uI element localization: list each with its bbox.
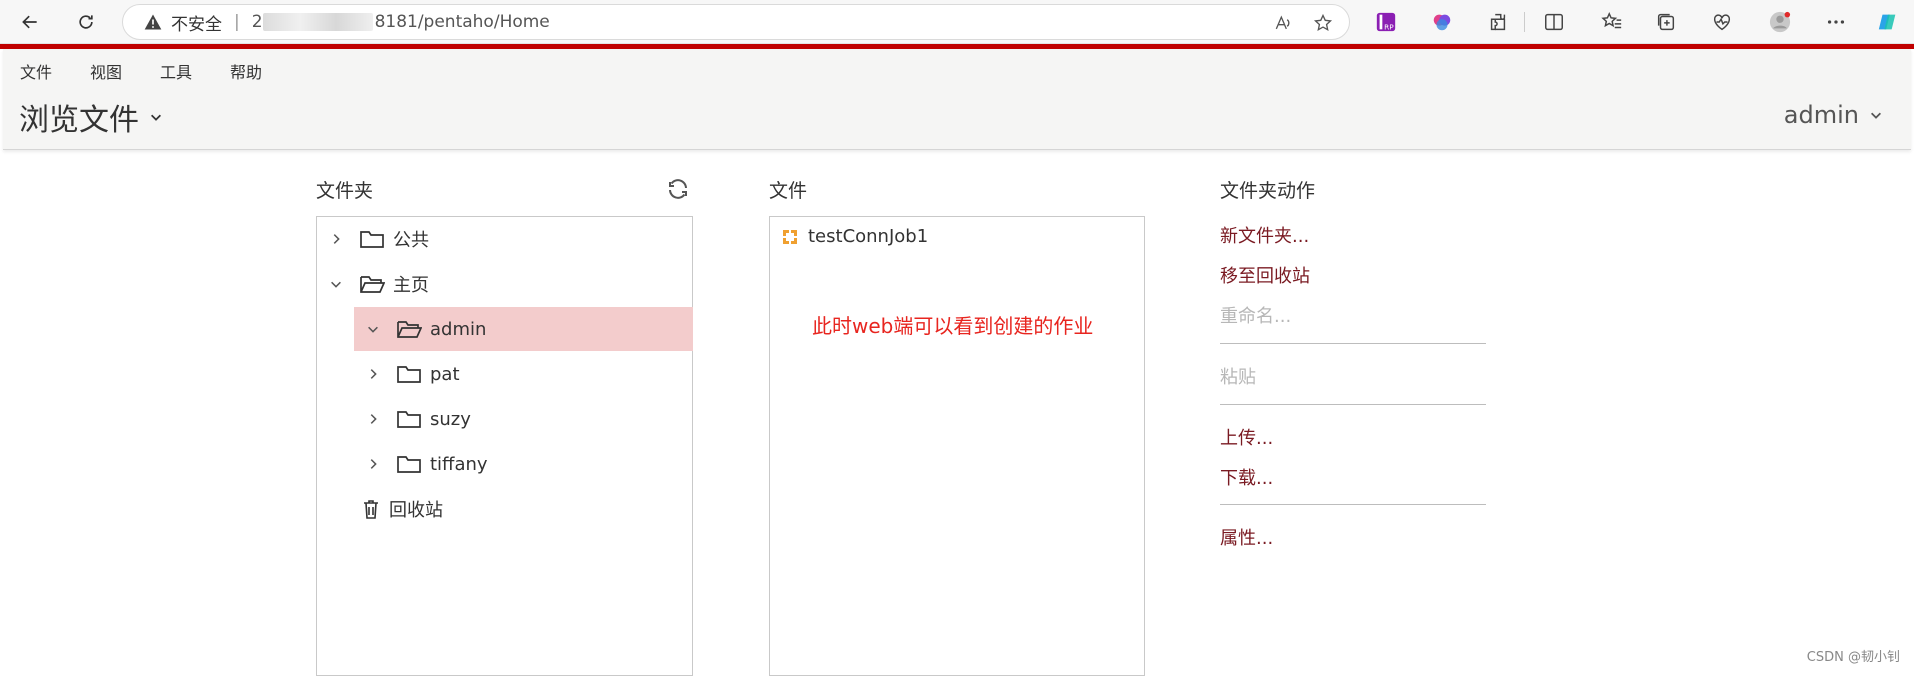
favorites-list-icon[interactable] [1598, 8, 1626, 36]
upload-action[interactable]: 上传... [1220, 424, 1273, 450]
folder-icon [396, 453, 422, 475]
chevron-down-icon [149, 110, 163, 124]
favorite-star-icon[interactable] [1311, 11, 1335, 35]
perspective-switcher[interactable]: 浏览文件 [19, 95, 163, 139]
file-name: testConnJob1 [808, 226, 928, 247]
back-button[interactable] [14, 6, 46, 38]
tree-item-label: pat [430, 364, 460, 385]
folder-icon [396, 408, 422, 430]
split-screen-icon[interactable] [1540, 8, 1568, 36]
collections-icon[interactable] [1652, 8, 1680, 36]
refresh-icon[interactable] [666, 177, 690, 201]
reload-button[interactable] [70, 6, 102, 38]
menu-view[interactable]: 视图 [90, 59, 122, 83]
new-folder-action[interactable]: 新文件夹... [1220, 222, 1309, 248]
tree-item-label: 公共 [393, 226, 429, 252]
paste-action[interactable]: 粘贴 [1220, 363, 1256, 389]
more-options-icon[interactable] [1822, 8, 1850, 36]
menu-file[interactable]: 文件 [20, 59, 52, 83]
files-panel-title: 文件 [769, 176, 807, 203]
trash-icon [361, 498, 381, 520]
download-action[interactable]: 下载... [1220, 464, 1273, 490]
url-prefix: 2 [252, 12, 263, 32]
tree-item-public[interactable]: 公共 [317, 217, 692, 261]
profile-avatar-icon[interactable] [1766, 8, 1794, 36]
brain-extension-icon[interactable] [1428, 8, 1456, 36]
folders-panel-title: 文件夹 [316, 176, 373, 203]
file-list: testConnJob1 [769, 216, 1145, 676]
tree-item-label: suzy [430, 409, 471, 430]
tree-item-tiffany[interactable]: tiffany [354, 442, 693, 486]
actions-panel-title: 文件夹动作 [1220, 176, 1315, 203]
chevron-down-icon[interactable] [366, 322, 380, 336]
chevron-right-icon[interactable] [366, 457, 380, 471]
rp-extension-icon[interactable]: RP [1372, 8, 1400, 36]
actions-divider [1220, 343, 1486, 344]
chevron-down-icon [1869, 108, 1883, 122]
address-separator: | [234, 12, 240, 32]
browser-essentials-icon[interactable] [1708, 8, 1736, 36]
tree-item-trash[interactable]: 回收站 [317, 487, 692, 531]
folder-open-icon [396, 318, 422, 340]
menu-tools[interactable]: 工具 [160, 59, 192, 83]
tree-item-pat[interactable]: pat [354, 352, 693, 396]
tree-item-label: tiffany [430, 454, 488, 475]
toolbar-divider [1524, 12, 1525, 32]
tree-item-label: admin [430, 319, 486, 340]
annotation-text: 此时web端可以看到创建的作业 [812, 310, 1093, 339]
tree-item-suzy[interactable]: suzy [354, 397, 693, 441]
svg-text:RP: RP [1384, 22, 1394, 31]
app-header: 文件 视图 工具 帮助 浏览文件 admin [3, 49, 1911, 150]
properties-action[interactable]: 属性... [1220, 524, 1273, 550]
extensions-puzzle-icon[interactable] [1484, 8, 1512, 36]
watermark: CSDN @韧小钊 [1807, 646, 1900, 665]
warning-icon [143, 12, 163, 32]
chevron-right-icon[interactable] [366, 367, 380, 381]
read-aloud-icon[interactable] [1271, 11, 1295, 35]
tree-item-label: 回收站 [389, 496, 443, 522]
menu-help[interactable]: 帮助 [230, 59, 262, 83]
tree-item-label: 主页 [393, 271, 429, 297]
chevron-right-icon[interactable] [329, 232, 343, 246]
reload-icon [76, 12, 96, 32]
url-text: 8181/pentaho/Home [375, 12, 550, 32]
user-menu[interactable]: admin [1784, 101, 1883, 129]
tree-item-admin[interactable]: admin [354, 307, 693, 351]
user-name: admin [1784, 101, 1859, 129]
address-bar[interactable]: 不安全 | 2 8181/pentaho/Home [122, 4, 1350, 40]
redacted-host [263, 13, 373, 31]
menu-bar: 文件 视图 工具 帮助 [20, 59, 300, 83]
actions-divider [1220, 504, 1486, 505]
rename-action[interactable]: 重命名... [1220, 302, 1291, 328]
folder-tree: 公共 主页 admin pat suzy tiffany 回收站 [316, 216, 693, 676]
chevron-right-icon[interactable] [366, 412, 380, 426]
arrow-left-icon [20, 12, 40, 32]
folder-icon [396, 363, 422, 385]
file-item[interactable]: testConnJob1 [780, 226, 928, 247]
actions-divider [1220, 404, 1486, 405]
folder-icon [359, 228, 385, 250]
copilot-icon[interactable] [1874, 8, 1902, 36]
browser-toolbar: 不安全 | 2 8181/pentaho/Home RP [0, 0, 1914, 44]
page-title: 浏览文件 [19, 95, 139, 139]
move-to-trash-action[interactable]: 移至回收站 [1220, 262, 1310, 288]
chevron-down-icon[interactable] [329, 277, 343, 291]
insecure-label: 不安全 [171, 10, 222, 35]
tree-item-home[interactable]: 主页 [317, 262, 692, 306]
job-icon [780, 227, 800, 247]
folder-open-icon [359, 273, 385, 295]
